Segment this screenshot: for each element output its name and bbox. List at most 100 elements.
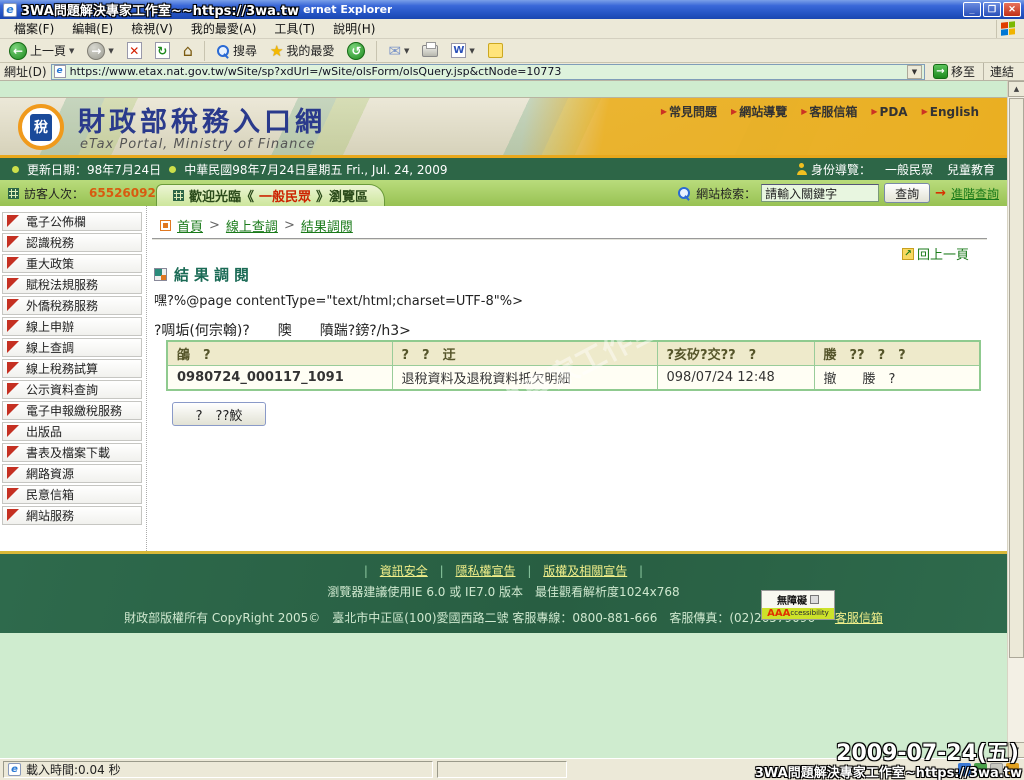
flag-icon [7,467,19,479]
footer-link-copyright[interactable]: 版權及相關宣告 [543,564,627,578]
accessibility-badge-bottom: AAA ccessibility [762,608,834,619]
word-dropdown-icon[interactable]: ▼ [469,47,474,55]
scroll-down-button[interactable]: ▼ [1008,742,1024,758]
nav-label: English [930,105,979,119]
window-controls: _ ❐ ✕ [963,2,1021,17]
favorites-button[interactable]: ★ 我的最愛 [265,40,339,62]
sidebar: 電子公佈欄 認識稅務 重大政策 賦稅法規服務 外僑稅務服務 線上申辦 線上查調 … [2,212,142,525]
search-icon [216,44,230,58]
breadcrumb-query-link[interactable]: 線上查調 [226,216,278,235]
forward-icon: → [87,42,105,60]
nav-service-mail[interactable]: ▶客服信箱 [801,103,857,120]
sidebar-item-public-data[interactable]: 公示資料查詢 [2,380,142,399]
tray-icon[interactable] [990,763,1003,776]
search-button[interactable]: 搜尋 [211,40,262,61]
nav-english[interactable]: ▶English [922,103,979,120]
nav-pda[interactable]: ▶PDA [871,103,907,120]
section-title-group: 結果調閱 [154,264,254,285]
sidebar-item-online-apply[interactable]: 線上申辦 [2,317,142,336]
go-button[interactable]: → 移至 [929,63,979,80]
sidebar-item-tax-law[interactable]: 賦稅法規服務 [2,275,142,294]
restore-button[interactable]: ❐ [983,2,1001,17]
menu-help[interactable]: 說明(H) [325,18,383,39]
tray-icon[interactable] [958,763,971,776]
identity-label-group: 身份導覽： [797,161,871,178]
menu-view[interactable]: 檢視(V) [123,18,181,39]
menu-tools[interactable]: 工具(T) [266,18,323,39]
back-dropdown-icon[interactable]: ▼ [69,47,74,55]
flag-icon [7,278,19,290]
table-row[interactable]: 0980724_000117_1091 退稅資料及退稅資料抵欠明細 098/07… [167,366,980,391]
edit-word-button[interactable]: W ▼ [446,41,479,60]
footer-separator: | [440,564,444,578]
watermark-title: 3WA問題解決專家工作室~~https://3wa.tw [21,0,299,19]
service-mail-link[interactable]: 客服信箱 [835,611,883,625]
close-button[interactable]: ✕ [1003,2,1021,17]
messenger-button[interactable] [483,41,508,60]
action-button[interactable]: ? ??鮫 [172,402,266,426]
address-dropdown-icon[interactable]: ▼ [907,65,922,79]
sidebar-item-efiling[interactable]: 電子申報繳稅服務 [2,401,142,420]
result-table: 鵮 ? ? ? 迂 ?亥矽?交?? ? 媵 ?? ? ? 0980724_000… [166,340,981,391]
stop-button[interactable]: ✕ [122,40,147,61]
back-button[interactable]: ← 上一頁 ▼ [4,40,79,62]
forward-dropdown-icon[interactable]: ▼ [108,47,113,55]
identity-general-link[interactable]: 一般民眾 [885,161,933,178]
home-button[interactable]: ⌂ [178,39,198,62]
advanced-arrow-icon: → [935,186,946,201]
history-button[interactable]: ↺ [342,40,370,62]
breadcrumb-home-link[interactable]: 首頁 [177,216,203,235]
sidebar-item-policy[interactable]: 重大政策 [2,254,142,273]
nav-sitemap[interactable]: ▶網站導覽 [731,103,787,120]
forward-button[interactable]: → ▼ [82,40,118,62]
title-bar[interactable]: e 3WA問題解決專家工作室~~https://3wa.tw ernet Exp… [0,0,1024,19]
etax-logo-icon[interactable]: 稅 [18,104,64,150]
stop-icon: ✕ [127,42,142,59]
mail-button[interactable]: ✉ ▼ [383,40,414,62]
sidebar-item-downloads[interactable]: 書表及檔案下載 [2,443,142,462]
site-search-group: 網站檢索： 查詢 → 進階查詢 [677,180,999,206]
menu-edit[interactable]: 編輯(E) [64,18,121,39]
sidebar-item-online-query[interactable]: 線上查調 [2,338,142,357]
site-search-input[interactable] [761,184,879,202]
scroll-up-button[interactable]: ▲ [1008,81,1024,97]
sidebar-item-publications[interactable]: 出版品 [2,422,142,441]
back-page-icon: ↗ [902,248,914,260]
advanced-search-link[interactable]: 進階查詢 [951,185,999,202]
menu-file[interactable]: 檔案(F) [6,18,62,39]
sidebar-item-site-service[interactable]: 網站服務 [2,506,142,525]
col-header-time: ?亥矽?交?? ? [657,341,814,366]
print-button[interactable] [417,43,443,59]
footer-link-security[interactable]: 資訊安全 [380,564,428,578]
accessibility-badge[interactable]: 無障礙 AAA ccessibility [761,590,835,620]
tray-icon[interactable] [974,763,987,776]
links-button[interactable]: 連結 [983,63,1020,80]
sidebar-item-web-resources[interactable]: 網路資源 [2,464,142,483]
cell-record-id[interactable]: 0980724_000117_1091 [167,366,392,391]
date-bar: 更新日期：98年7月24日 中華民國98年7月24日星期五 Fri., Jul.… [0,158,1007,180]
flag-icon [7,341,19,353]
identity-kids-link[interactable]: 兒童教育 [947,161,995,178]
sidebar-item-tax-calc[interactable]: 線上稅務試算 [2,359,142,378]
welcome-prefix: 歡迎光臨《 [189,186,254,205]
breadcrumb-result-link[interactable]: 結果調閱 [301,216,353,235]
nav-faq[interactable]: ▶常見問題 [661,103,717,120]
copyright-line: 財政部版權所有 CopyRight 2005© 臺北市中正區(100)愛國西路二… [0,609,1007,626]
back-to-previous-link[interactable]: ↗ 回上一頁 [902,244,969,263]
sidebar-label: 外僑稅務服務 [26,297,98,314]
tray-icon[interactable] [1006,763,1019,776]
page-icon: e [54,65,66,78]
sidebar-item-bulletin[interactable]: 電子公佈欄 [2,212,142,231]
mail-dropdown-icon[interactable]: ▼ [404,47,409,55]
refresh-button[interactable]: ↻ [150,40,175,61]
site-search-button[interactable]: 查詢 [884,183,930,203]
minimize-button[interactable]: _ [963,2,981,17]
menu-favorites[interactable]: 我的最愛(A) [183,18,265,39]
sidebar-item-know-tax[interactable]: 認識稅務 [2,233,142,252]
footer-link-privacy[interactable]: 隱私權宣告 [455,564,515,578]
address-input[interactable]: e https://www.etax.nat.gov.tw/wSite/sp?x… [51,64,925,80]
sidebar-item-opinion-mail[interactable]: 民意信箱 [2,485,142,504]
scrollbar-thumb[interactable] [1009,98,1024,658]
vertical-scrollbar[interactable]: ▲ ▼ [1007,81,1024,758]
sidebar-item-foreigner[interactable]: 外僑稅務服務 [2,296,142,315]
